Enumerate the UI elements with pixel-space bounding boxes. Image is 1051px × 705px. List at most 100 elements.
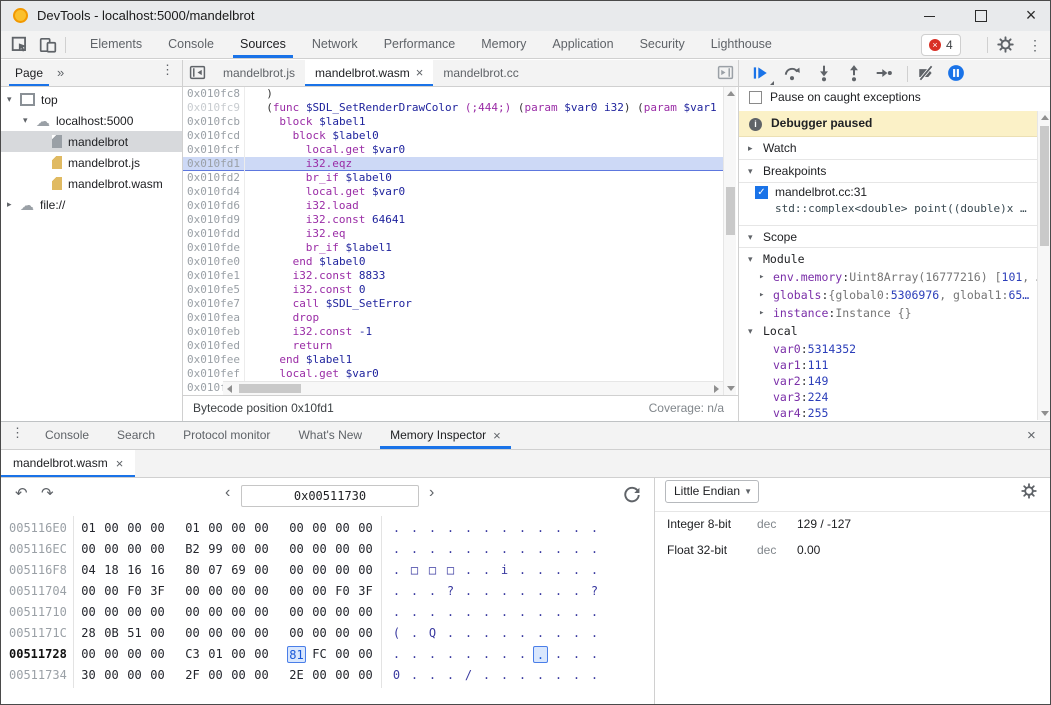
ascii-char[interactable]: ? bbox=[587, 583, 602, 600]
tree-item-mandelbrot[interactable]: mandelbrot bbox=[1, 131, 182, 152]
hex-byte[interactable]: 00 bbox=[252, 604, 271, 621]
hex-byte[interactable]: 07 bbox=[206, 562, 225, 579]
ascii-char[interactable]: / bbox=[461, 667, 476, 684]
ascii-char[interactable]: . bbox=[407, 541, 422, 558]
code-line-0x010fd2[interactable]: 0x010fd2br_if $label0 bbox=[183, 171, 723, 185]
main-tab-application[interactable]: Application bbox=[539, 31, 626, 58]
hex-byte[interactable]: 00 bbox=[310, 541, 329, 558]
local-var-var3[interactable]: ▸var3: 224 bbox=[739, 388, 1037, 404]
ascii-char[interactable]: . bbox=[425, 646, 440, 663]
ascii-char[interactable]: . bbox=[533, 541, 548, 558]
drawer-tab-protocol-monitor[interactable]: Protocol monitor bbox=[169, 422, 284, 449]
code-address[interactable]: 0x010fc9 bbox=[183, 101, 245, 115]
ascii-char[interactable]: . bbox=[461, 520, 476, 537]
scroll-down-arrow[interactable] bbox=[727, 386, 735, 391]
hex-byte[interactable]: 00 bbox=[102, 541, 121, 558]
ascii-char[interactable]: . bbox=[515, 646, 530, 663]
ascii-char[interactable]: . bbox=[443, 604, 458, 621]
ascii-char[interactable]: . bbox=[569, 604, 584, 621]
ascii-char[interactable]: . bbox=[425, 604, 440, 621]
ascii-char[interactable]: . bbox=[551, 562, 566, 579]
ascii-char[interactable]: . bbox=[515, 541, 530, 558]
ascii-char[interactable]: . bbox=[479, 541, 494, 558]
history-forward-icon[interactable]: ↷ bbox=[41, 484, 54, 502]
code-address[interactable]: 0x010fcd bbox=[183, 129, 245, 143]
code-line-0x010fd6[interactable]: 0x010fd6i32.load bbox=[183, 199, 723, 213]
ascii-char[interactable]: . bbox=[533, 604, 548, 621]
hex-byte[interactable]: 3F bbox=[356, 583, 375, 600]
main-tab-console[interactable]: Console bbox=[155, 31, 227, 58]
hex-byte[interactable]: 00 bbox=[310, 520, 329, 537]
hex-byte[interactable]: B2 bbox=[183, 541, 202, 558]
hex-byte[interactable]: 00 bbox=[206, 667, 225, 684]
hex-byte[interactable]: 00 bbox=[333, 625, 352, 642]
hex-byte[interactable]: 00 bbox=[333, 646, 352, 663]
ascii-char[interactable]: □ bbox=[425, 562, 440, 579]
hex-byte[interactable]: 00 bbox=[79, 541, 98, 558]
ascii-char[interactable]: . bbox=[443, 520, 458, 537]
hex-address[interactable]: 0051171C bbox=[9, 623, 67, 644]
hex-byte[interactable]: 30 bbox=[79, 667, 98, 684]
hex-byte[interactable]: 00 bbox=[125, 520, 144, 537]
code-line-0x010fef[interactable]: 0x010feflocal.get $var0 bbox=[183, 367, 723, 381]
hex-byte[interactable]: 00 bbox=[287, 520, 306, 537]
hex-byte[interactable]: 00 bbox=[229, 541, 248, 558]
ascii-char[interactable]: . bbox=[587, 541, 602, 558]
tree-item-file[interactable]: ▸☁file:// bbox=[1, 194, 182, 215]
scope-section-header[interactable]: ▾ Scope bbox=[739, 225, 1037, 248]
hex-byte[interactable]: 00 bbox=[310, 625, 329, 642]
local-var-var2[interactable]: ▸var2: 149 bbox=[739, 372, 1037, 388]
ascii-char[interactable]: . bbox=[569, 667, 584, 684]
value-format[interactable]: dec bbox=[757, 537, 776, 563]
step-out-button[interactable] bbox=[845, 64, 865, 84]
scrollbar-thumb[interactable] bbox=[1040, 126, 1049, 246]
ascii-char[interactable]: . bbox=[533, 646, 548, 663]
hex-byte[interactable]: 00 bbox=[310, 667, 329, 684]
watch-section-header[interactable]: ▸ Watch bbox=[739, 137, 1037, 160]
ascii-char[interactable]: . bbox=[515, 604, 530, 621]
code-address[interactable]: 0x010fea bbox=[183, 311, 245, 325]
hex-byte[interactable]: 00 bbox=[356, 667, 375, 684]
local-var-var0[interactable]: ▸var0: 5314352 bbox=[739, 340, 1037, 356]
source-tab-mandelbrot-cc[interactable]: mandelbrot.cc bbox=[433, 60, 528, 86]
ascii-char[interactable]: . bbox=[407, 667, 422, 684]
hex-byte[interactable]: 00 bbox=[333, 667, 352, 684]
refresh-icon[interactable] bbox=[623, 486, 641, 509]
hex-byte[interactable]: C3 bbox=[183, 646, 202, 663]
scope-module-header[interactable]: ▾ Module bbox=[739, 250, 1037, 268]
hide-navigator-button[interactable] bbox=[189, 64, 206, 86]
previous-page-chevron[interactable]: ‹ bbox=[225, 484, 230, 502]
breakpoint-entry[interactable]: ✓ mandelbrot.cc:31 std::complex<double> … bbox=[739, 183, 1037, 223]
ascii-char[interactable]: . bbox=[443, 625, 458, 642]
hex-byte[interactable]: 00 bbox=[206, 625, 225, 642]
show-panel-button[interactable] bbox=[717, 64, 734, 86]
ascii-char[interactable]: . bbox=[551, 625, 566, 642]
code-address[interactable]: 0x010fe1 bbox=[183, 269, 245, 283]
memory-address-input[interactable] bbox=[241, 485, 419, 507]
hex-byte[interactable]: 00 bbox=[148, 541, 167, 558]
ascii-char[interactable]: . bbox=[587, 667, 602, 684]
hex-address[interactable]: 00511710 bbox=[9, 602, 67, 623]
ascii-char[interactable]: . bbox=[497, 625, 512, 642]
ascii-char[interactable]: . bbox=[479, 646, 494, 663]
scope-item-instance[interactable]: ▸instance: Instance {} bbox=[739, 304, 1037, 322]
hex-byte[interactable]: 00 bbox=[310, 604, 329, 621]
hex-byte[interactable]: 00 bbox=[252, 562, 271, 579]
ascii-char[interactable]: . bbox=[479, 667, 494, 684]
code-address[interactable]: 0x010fde bbox=[183, 241, 245, 255]
ascii-char[interactable]: . bbox=[569, 583, 584, 600]
main-tab-lighthouse[interactable]: Lighthouse bbox=[698, 31, 785, 58]
code-address[interactable]: 0x010fd9 bbox=[183, 213, 245, 227]
hex-byte[interactable]: 00 bbox=[333, 562, 352, 579]
hex-byte[interactable]: 00 bbox=[183, 583, 202, 600]
ascii-char[interactable]: . bbox=[587, 625, 602, 642]
scroll-up-arrow[interactable] bbox=[1041, 115, 1049, 120]
ascii-char[interactable]: . bbox=[461, 625, 476, 642]
source-tab-mandelbrot-wasm[interactable]: mandelbrot.wasm× bbox=[305, 60, 433, 86]
scroll-down-arrow[interactable] bbox=[1041, 411, 1049, 416]
hex-byte[interactable]: 00 bbox=[310, 583, 329, 600]
close-tab-icon[interactable]: × bbox=[116, 458, 124, 470]
ascii-char[interactable]: . bbox=[569, 646, 584, 663]
hex-byte[interactable]: 00 bbox=[333, 604, 352, 621]
device-toolbar-icon[interactable] bbox=[39, 36, 59, 54]
